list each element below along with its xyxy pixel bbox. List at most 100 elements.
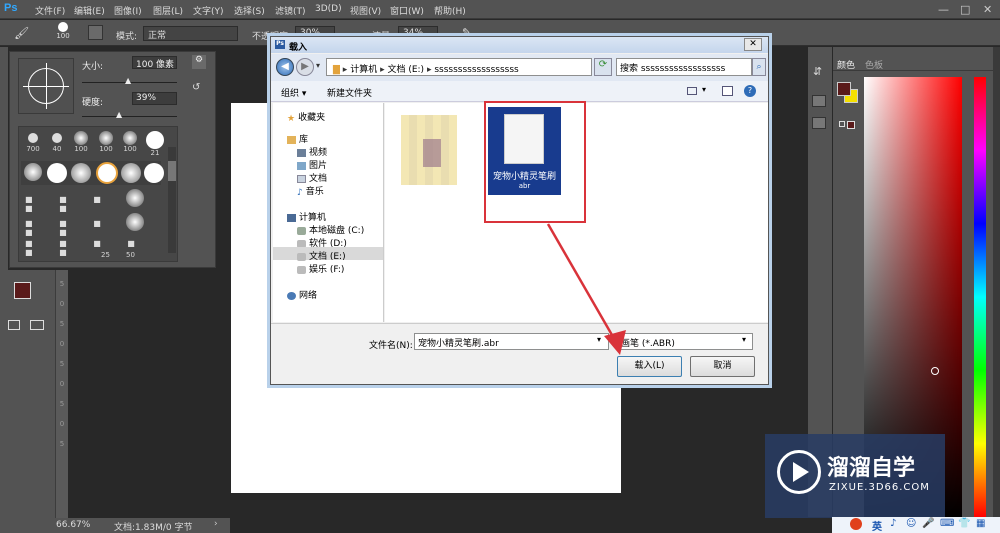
nav-computer[interactable]: 计算机 [287, 210, 326, 223]
hardness-slider[interactable] [82, 116, 177, 117]
nav-pictures[interactable]: 图片 [297, 158, 327, 171]
emoji-icon[interactable]: ☺ [906, 518, 916, 529]
hardness-slider-thumb-icon[interactable]: ▲ [116, 110, 122, 119]
brush-preset[interactable] [144, 163, 164, 183]
swatch-panel-icon[interactable] [812, 95, 826, 107]
menu-layer[interactable]: 图层(L) [153, 4, 183, 17]
skin-icon[interactable]: 👕 [958, 518, 970, 529]
layers-panel-icon[interactable] [812, 117, 826, 129]
filetype-dropdown-icon[interactable]: ▾ [742, 335, 746, 344]
brush-preset-picker[interactable]: 100 [54, 22, 72, 42]
nav-drive-c[interactable]: 本地磁盘 (C:) [297, 223, 364, 236]
brush-preset[interactable]: 40 [47, 131, 67, 157]
microphone-icon[interactable]: 🎤 [922, 518, 934, 529]
brush-panel-toggle-icon[interactable] [88, 25, 103, 40]
zoom-level[interactable]: 66.67% [56, 520, 90, 530]
brush-preset[interactable] [24, 163, 42, 181]
new-preset-icon[interactable]: ↺ [192, 82, 200, 93]
menu-select[interactable]: 选择(S) [234, 4, 265, 17]
menu-view[interactable]: 视图(V) [350, 4, 381, 17]
gamut-warning-icon[interactable] [847, 121, 855, 129]
dialog-toolbar: 组织 ▾ 新建文件夹 ▾ ? [271, 81, 768, 102]
quick-mask-icon[interactable] [8, 320, 20, 330]
nav-library[interactable]: 库 [287, 132, 308, 145]
brush-preset[interactable] [126, 213, 144, 231]
brush-preset-row[interactable]: ■ ■ ■ ■ ■ ■ [25, 239, 155, 257]
back-button-icon[interactable]: ◀ [276, 58, 294, 76]
brush-preset[interactable]: 100 [120, 131, 140, 157]
hardness-field[interactable]: 39% [132, 92, 177, 105]
brush-preset[interactable] [47, 163, 67, 183]
forward-button-icon[interactable]: ▶ [296, 58, 314, 76]
nav-drive-e[interactable]: 文档 (E:) [297, 249, 346, 262]
menu-type[interactable]: 文字(Y) [193, 4, 224, 17]
mode-dropdown[interactable]: 正常 [143, 26, 238, 41]
menu-window[interactable]: 窗口(W) [390, 4, 424, 17]
keyboard-icon[interactable]: ⌨ [940, 518, 954, 529]
screen-mode-icon[interactable] [30, 320, 44, 330]
preset-scrollbar[interactable] [168, 147, 176, 253]
breadcrumb-computer[interactable]: 计算机 [350, 65, 377, 75]
view-dropdown-icon[interactable]: ▾ [702, 85, 706, 94]
breadcrumb-folder[interactable]: ssssssssssssssssss [434, 65, 518, 75]
menu-help[interactable]: 帮助(H) [434, 4, 466, 17]
color-picker-cursor[interactable] [931, 367, 939, 375]
view-options-icon[interactable] [687, 87, 697, 95]
close-icon[interactable]: ✕ [983, 3, 992, 16]
minimize-icon[interactable]: — [938, 3, 949, 16]
panel-foreground-swatch[interactable] [837, 82, 851, 96]
vertical-ruler: 5 0 5 0 5 0 5 0 5 [55, 270, 68, 520]
size-slider-thumb-icon[interactable]: ▲ [125, 76, 131, 85]
nav-favorites[interactable]: ★ 收藏夹 [287, 110, 325, 124]
menu-edit[interactable]: 编辑(E) [74, 4, 105, 17]
brush-preset[interactable]: 21 [145, 131, 165, 157]
status-arrow-icon[interactable]: › [214, 519, 218, 529]
history-icon[interactable]: ⇵ [813, 65, 822, 78]
preview-pane-icon[interactable] [722, 86, 733, 96]
organize-button[interactable]: 组织 ▾ [281, 86, 306, 99]
tab-swatches[interactable]: 色板 [865, 58, 883, 71]
foreground-color-swatch[interactable] [14, 282, 31, 299]
brush-preset[interactable] [126, 189, 144, 207]
new-folder-button[interactable]: 新建文件夹 [327, 86, 372, 99]
ruler-mark: 0 [59, 380, 65, 388]
nav-documents[interactable]: 文档 [297, 171, 327, 184]
menu-image[interactable]: 图像(I) [114, 4, 142, 17]
brush-preset[interactable] [121, 163, 141, 183]
brush-preset[interactable]: 100 [71, 131, 91, 157]
punctuation-icon[interactable]: ♪ [890, 518, 896, 529]
sogou-logo-icon[interactable] [850, 518, 862, 530]
menu-filter[interactable]: 滤镜(T) [275, 4, 306, 17]
brush-tool-icon[interactable]: 🖌 [14, 26, 29, 40]
search-icon[interactable]: ⌕ [752, 58, 766, 76]
nav-drive-f[interactable]: 娱乐 (F:) [297, 262, 344, 275]
address-bar[interactable]: ▇ ▸ 计算机 ▸ 文档 (E:) ▸ ssssssssssssssssss [326, 58, 592, 76]
search-input[interactable]: 搜索 ssssssssssssssssss [616, 58, 752, 76]
hue-slider[interactable] [974, 77, 986, 517]
settings-gear-icon[interactable]: ⚙ [192, 55, 206, 69]
brush-preset[interactable]: 700 [23, 131, 43, 157]
size-field[interactable]: 100 像素 [132, 56, 177, 69]
help-icon[interactable]: ? [744, 85, 756, 97]
refresh-icon[interactable]: ⟳ [594, 58, 612, 76]
menu-3d[interactable]: 3D(D) [315, 4, 342, 14]
cancel-button[interactable]: 取消 [690, 356, 755, 377]
nav-network[interactable]: 网络 [287, 288, 317, 301]
brush-angle-preview[interactable] [18, 58, 74, 114]
dialog-close-button[interactable]: ✕ [744, 38, 762, 51]
menu-file[interactable]: 文件(F) [35, 4, 65, 17]
brush-preset[interactable] [71, 163, 91, 183]
web-color-icon[interactable] [839, 121, 845, 127]
tab-color[interactable]: 颜色 [837, 58, 855, 71]
brush-preset[interactable]: 100 [96, 131, 116, 157]
history-dropdown-icon[interactable]: ▾ [316, 61, 320, 70]
brush-preset-selected[interactable] [96, 162, 118, 184]
breadcrumb-drive[interactable]: 文档 (E:) [387, 65, 424, 75]
blurred-folder-thumbnail[interactable] [401, 109, 465, 189]
computer-icon [287, 213, 296, 222]
toolbox-icon[interactable]: ▦ [976, 518, 985, 529]
maximize-icon[interactable]: □ [960, 3, 970, 16]
ime-language[interactable]: 英 [872, 518, 882, 533]
nav-videos[interactable]: 视频 [297, 145, 327, 158]
nav-music[interactable]: ♪ 音乐 [297, 184, 324, 198]
